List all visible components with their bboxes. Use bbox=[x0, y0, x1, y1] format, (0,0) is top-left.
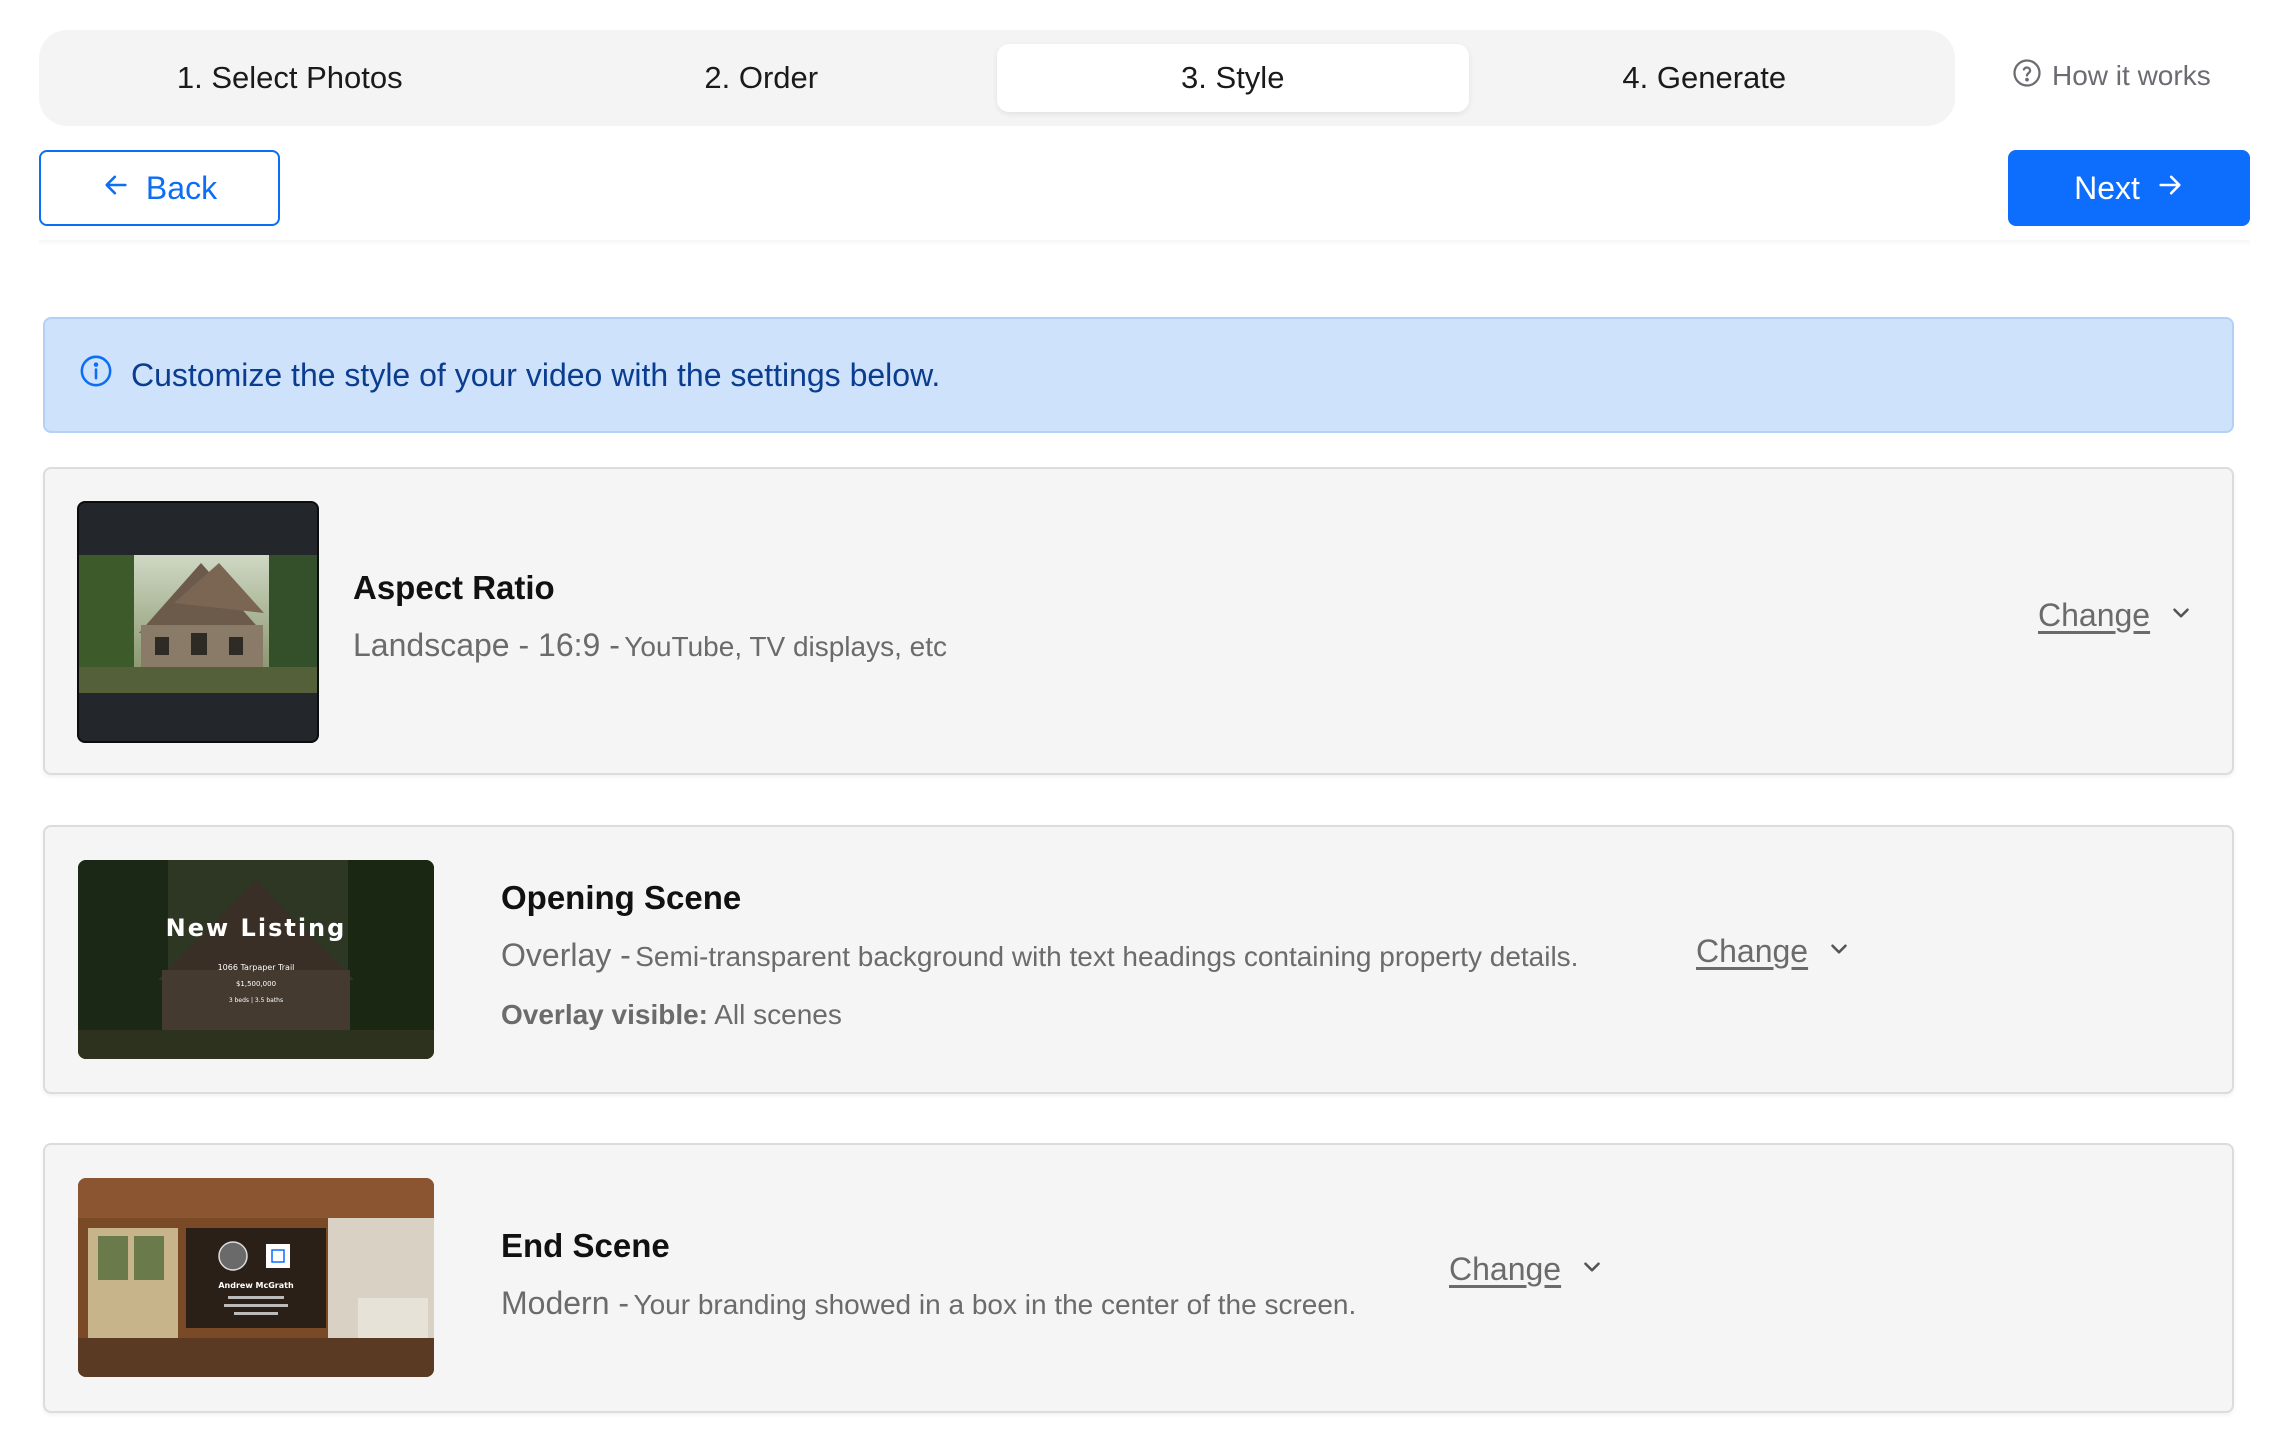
opening-scene-description: Overlay - Semi-transparent background wi… bbox=[501, 937, 1578, 974]
thumb-agent-name: Andrew McGrath bbox=[218, 1281, 294, 1290]
end-scene-card: Andrew McGrath End Scene Modern - Your b… bbox=[43, 1143, 2234, 1413]
end-scene-thumbnail: Andrew McGrath bbox=[78, 1178, 434, 1377]
thumb-address: 1066 Tarpaper Trail bbox=[218, 963, 295, 972]
help-circle-icon bbox=[2012, 58, 2042, 95]
info-alert: Customize the style of your video with t… bbox=[43, 317, 2234, 433]
how-it-works-label: How it works bbox=[2052, 60, 2211, 91]
chevron-down-icon bbox=[2168, 597, 2194, 634]
back-button[interactable]: Back bbox=[39, 150, 280, 226]
change-label: Change bbox=[1696, 933, 1809, 969]
step-order[interactable]: 2. Order bbox=[526, 44, 998, 112]
aspect-ratio-detail: YouTube, TV displays, etc bbox=[624, 631, 948, 662]
next-button-label: Next bbox=[2074, 169, 2140, 206]
info-icon bbox=[79, 354, 113, 396]
step-style[interactable]: 3. Style bbox=[997, 44, 1469, 112]
end-scene-description: Modern - Your branding showed in a box i… bbox=[501, 1285, 1356, 1322]
arrow-right-icon bbox=[2156, 170, 2184, 207]
thumb-specs: 3 beds | 3.5 baths bbox=[229, 997, 283, 1004]
chevron-down-icon bbox=[1579, 1251, 1605, 1288]
opening-scene-thumbnail: New Listing 1066 Tarpaper Trail $1,500,0… bbox=[78, 860, 434, 1059]
end-scene-detail: Your branding showed in a box in the cen… bbox=[633, 1289, 1357, 1320]
aspect-ratio-value: Landscape - 16:9 - bbox=[353, 627, 620, 663]
toolbar-divider bbox=[39, 240, 2250, 246]
opening-scene-card: New Listing 1066 Tarpaper Trail $1,500,0… bbox=[43, 825, 2234, 1094]
back-button-label: Back bbox=[145, 169, 218, 206]
next-button[interactable]: Next bbox=[2008, 150, 2250, 226]
step-select-photos[interactable]: 1. Select Photos bbox=[54, 44, 526, 112]
aspect-ratio-card: Aspect Ratio Landscape - 16:9 - YouTube,… bbox=[43, 467, 2234, 775]
opening-scene-detail: Semi-transparent background with text he… bbox=[635, 941, 1579, 972]
opening-scene-title: Opening Scene bbox=[501, 879, 742, 916]
how-it-works-link[interactable]: How it works bbox=[2012, 56, 2211, 96]
opening-scene-value: Overlay - bbox=[501, 937, 631, 973]
end-scene-change-button[interactable]: Change bbox=[1449, 1251, 1605, 1288]
aspect-ratio-description: Landscape - 16:9 - YouTube, TV displays,… bbox=[353, 627, 947, 664]
end-scene-title: End Scene bbox=[501, 1227, 670, 1264]
aspect-ratio-title: Aspect Ratio bbox=[353, 569, 555, 606]
end-scene-value: Modern - bbox=[501, 1285, 630, 1321]
arrow-left-icon bbox=[102, 170, 130, 207]
change-label: Change bbox=[1449, 1251, 1562, 1287]
thumb-heading: New Listing bbox=[166, 914, 347, 942]
wizard-stepper: 1. Select Photos 2. Order 3. Style 4. Ge… bbox=[39, 30, 1955, 126]
aspect-ratio-thumbnail bbox=[77, 501, 319, 743]
overlay-visible-value: All scenes bbox=[714, 999, 842, 1030]
thumb-price: $1,500,000 bbox=[236, 980, 276, 988]
overlay-visible-label: Overlay visible: bbox=[501, 999, 709, 1030]
change-label: Change bbox=[2038, 597, 2151, 633]
aspect-ratio-change-button[interactable]: Change bbox=[2038, 597, 2194, 634]
info-alert-text: Customize the style of your video with t… bbox=[131, 356, 941, 393]
step-generate[interactable]: 4. Generate bbox=[1469, 44, 1941, 112]
overlay-visible-info: Overlay visible: All scenes bbox=[501, 999, 842, 1031]
opening-scene-change-button[interactable]: Change bbox=[1696, 933, 1852, 970]
chevron-down-icon bbox=[1826, 933, 1852, 970]
